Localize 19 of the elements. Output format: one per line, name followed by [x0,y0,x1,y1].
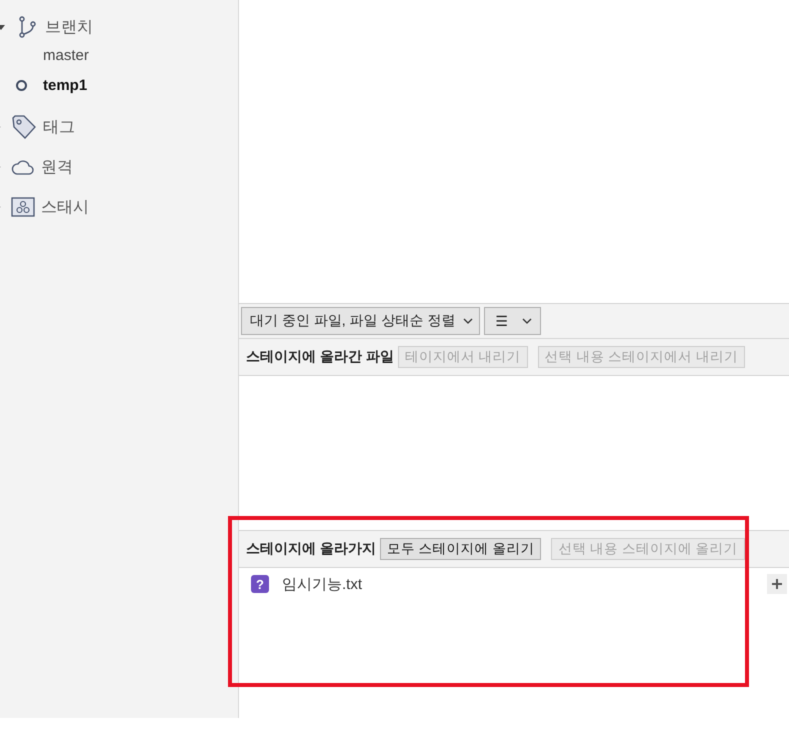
add-icon[interactable] [767,574,787,594]
chevron-down-icon [522,318,532,324]
sidebar-section-label[interactable]: 원격 [41,156,73,178]
file-name[interactable]: 임시기능.txt [282,574,767,594]
untracked-status-icon: ? [251,575,269,593]
branch-item[interactable]: temp1 [43,76,88,94]
sidebar-section-label[interactable]: 스태시 [41,196,89,218]
sort-dropdown[interactable]: 대기 중인 파일, 파일 상태순 정렬 [241,307,480,335]
cloud-icon [11,158,35,176]
chevron-down-icon [463,318,474,324]
section-title: 스테이지에 올라간 파일 [246,348,394,366]
view-mode-dropdown[interactable]: ☰ [484,307,541,335]
stage-button[interactable]: 모두 스테이지에 올리기 [380,538,542,560]
stash-icon [11,197,35,217]
section-title: 스테이지에 올라가지 [246,540,376,558]
sidebar-section-label[interactable]: 브랜치 [45,16,93,38]
sidebar-section-label[interactable]: 태그 [43,116,75,138]
branch-item[interactable]: master [43,46,89,64]
tag-icon [11,114,37,140]
